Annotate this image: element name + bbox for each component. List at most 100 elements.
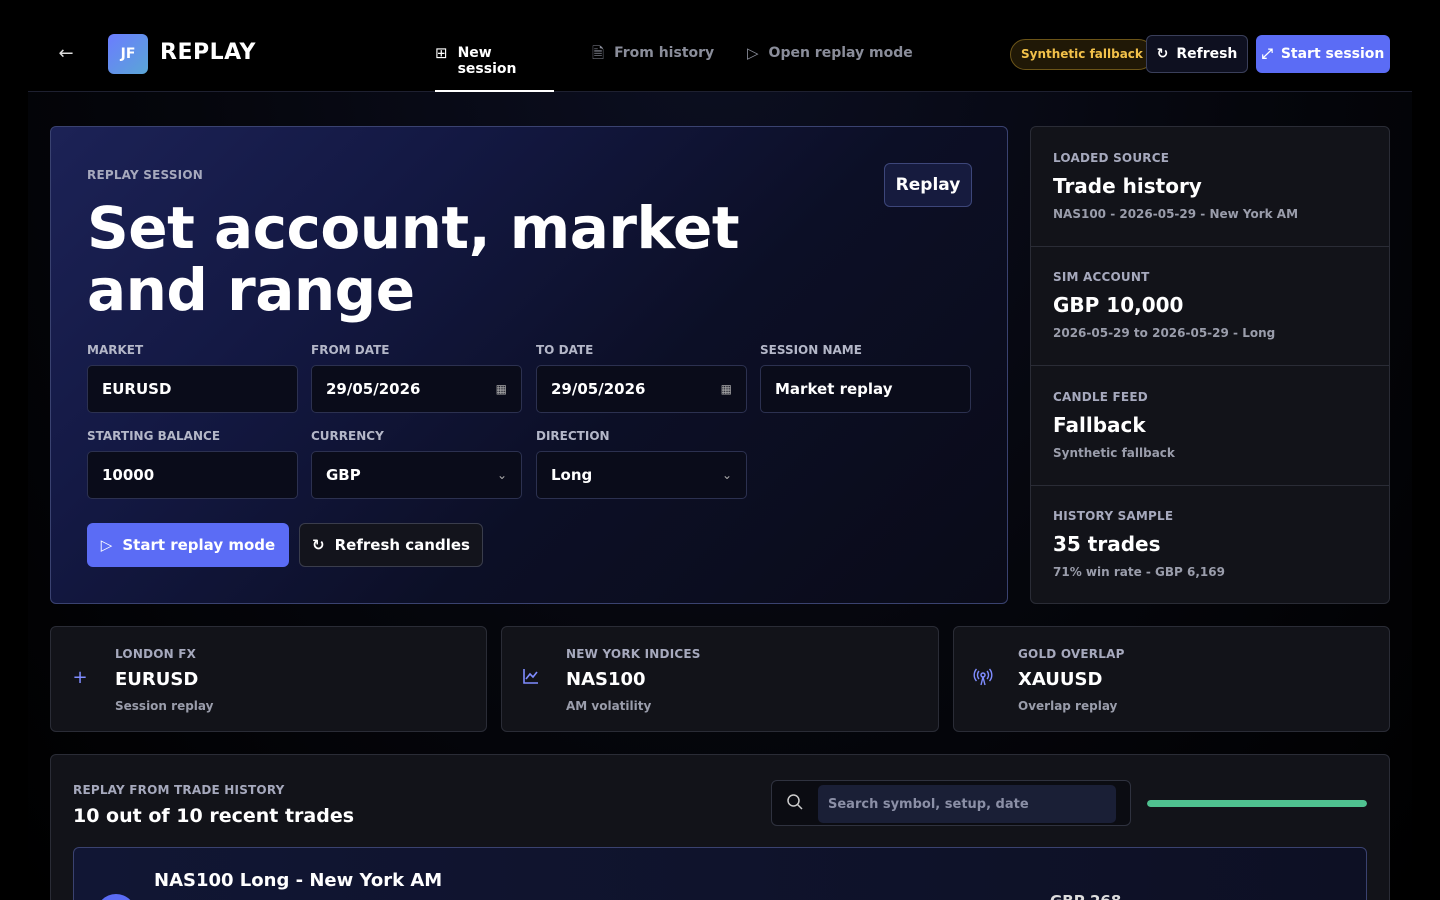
start-replay-mode-button[interactable]: ▷ Start replay mode	[87, 523, 289, 567]
preset-new-york-indices[interactable]: NEW YORK INDICES NAS100 AM volatility	[501, 626, 939, 732]
tab-label: From history	[614, 45, 715, 61]
stat-label: SIM ACCOUNT	[1053, 270, 1150, 284]
preset-label: GOLD OVERLAP	[1018, 647, 1125, 661]
history-progress-bar	[1147, 800, 1367, 807]
starting-balance-value: 10000	[102, 466, 155, 484]
currency-select[interactable]: GBP ⌄	[311, 451, 522, 499]
refresh-label: Refresh	[1176, 46, 1238, 62]
refresh-icon: ↻	[312, 536, 325, 554]
to-date-value: 29/05/2026	[551, 380, 646, 398]
trade-pnl: GBP 268	[1050, 892, 1121, 900]
app-frame: ← JF REPLAY ⊞ New session 🗎 From history…	[28, 0, 1412, 900]
status-badge: Synthetic fallback	[1010, 39, 1154, 70]
chevron-down-icon: ⌄	[496, 468, 507, 482]
play-circle-icon: ▷	[747, 44, 759, 62]
trade-history-panel: REPLAY FROM TRADE HISTORY 10 out of 10 r…	[50, 754, 1390, 900]
direction-label: DIRECTION	[536, 429, 610, 443]
preset-sub: Overlap replay	[1018, 699, 1118, 713]
preset-symbol: EURUSD	[115, 669, 199, 690]
tab-new-session[interactable]: ⊞ New session	[435, 36, 554, 92]
preset-sub: Session replay	[115, 699, 214, 713]
plus-icon: +	[72, 667, 88, 688]
from-date-input[interactable]: 29/05/2026 ▦	[311, 365, 522, 413]
stat-value: GBP 10,000	[1053, 293, 1184, 317]
search-box	[771, 780, 1131, 826]
history-title: 10 out of 10 recent trades	[73, 805, 355, 827]
trade-avatar	[96, 894, 136, 900]
page-title: Set account, market and range	[87, 194, 740, 324]
search-input[interactable]	[818, 785, 1116, 823]
stat-candle-feed: CANDLE FEED Fallback Synthetic fallback	[1031, 366, 1389, 486]
replay-session-card: REPLAY SESSION Set account, market and r…	[50, 126, 1008, 604]
stat-sub: Synthetic fallback	[1053, 446, 1175, 460]
session-name-value: Market replay	[775, 380, 893, 398]
to-date-input[interactable]: 29/05/2026 ▦	[536, 365, 747, 413]
document-icon: 🗎	[592, 44, 605, 62]
starting-balance-label: STARTING BALANCE	[87, 429, 221, 443]
session-name-label: SESSION NAME	[760, 343, 862, 357]
progress-fill	[1147, 800, 1367, 807]
stat-label: CANDLE FEED	[1053, 390, 1148, 404]
stat-sim-account: SIM ACCOUNT GBP 10,000 2026-05-29 to 202…	[1031, 246, 1389, 366]
preset-symbol: XAUUSD	[1018, 669, 1103, 690]
stat-loaded-source: LOADED SOURCE Trade history NAS100 - 202…	[1031, 127, 1389, 247]
play-circle-icon: ▷	[100, 536, 113, 554]
search-icon	[786, 793, 806, 813]
section-eyebrow: REPLAY FROM TRADE HISTORY	[73, 783, 285, 797]
start-session-button[interactable]: ⤢ Start session	[1256, 35, 1390, 73]
preset-gold-overlap[interactable]: GOLD OVERLAP XAUUSD Overlap replay	[953, 626, 1390, 732]
stat-value: Trade history	[1053, 174, 1202, 198]
stat-sub: 71% win rate - GBP 6,169	[1053, 565, 1225, 579]
user-avatar[interactable]: JF	[108, 34, 148, 74]
stat-history-sample: HISTORY SAMPLE 35 trades 71% win rate - …	[1031, 485, 1389, 605]
tab-from-history[interactable]: 🗎 From history	[592, 36, 714, 92]
session-summary-panel: LOADED SOURCE Trade history NAS100 - 202…	[1030, 126, 1390, 604]
starting-balance-input[interactable]: 10000	[87, 451, 298, 499]
tab-label: Open replay mode	[768, 45, 913, 61]
stat-sub: NAS100 - 2026-05-29 - New York AM	[1053, 207, 1299, 221]
stat-value: Fallback	[1053, 413, 1146, 437]
start-session-label: Start session	[1280, 46, 1385, 62]
stat-label: HISTORY SAMPLE	[1053, 509, 1174, 523]
market-value: EURUSD	[102, 380, 172, 398]
stat-value: 35 trades	[1053, 532, 1161, 556]
market-label: MARKET	[87, 343, 144, 357]
table-row[interactable]: NAS100 Long - New York AM GBP 268	[73, 847, 1367, 900]
direction-value: Long	[551, 466, 593, 484]
tab-open-replay-mode[interactable]: ▷ Open replay mode	[747, 36, 913, 92]
currency-label: CURRENCY	[311, 429, 384, 443]
top-bar: ← JF REPLAY ⊞ New session 🗎 From history…	[28, 0, 1412, 92]
stat-sub: 2026-05-29 to 2026-05-29 - Long	[1053, 326, 1276, 340]
brand-title: REPLAY	[160, 40, 256, 65]
start-replay-label: Start replay mode	[122, 536, 276, 554]
currency-value: GBP	[326, 466, 361, 484]
session-name-input[interactable]: Market replay	[760, 365, 971, 413]
direction-select[interactable]: Long ⌄	[536, 451, 747, 499]
calendar-icon[interactable]: ▦	[721, 382, 732, 396]
preset-label: LONDON FX	[115, 647, 197, 661]
grid-icon: ⊞	[435, 44, 448, 62]
refresh-icon: ↻	[1156, 46, 1169, 62]
from-date-value: 29/05/2026	[326, 380, 421, 398]
trade-title: NAS100 Long - New York AM	[154, 870, 443, 891]
market-input[interactable]: EURUSD	[87, 365, 298, 413]
preset-london-fx[interactable]: + LONDON FX EURUSD Session replay	[50, 626, 487, 732]
preset-label: NEW YORK INDICES	[566, 647, 701, 661]
to-date-label: TO DATE	[536, 343, 594, 357]
refresh-button[interactable]: ↻ Refresh	[1146, 35, 1248, 73]
expand-icon: ⤢	[1261, 46, 1273, 62]
broadcast-icon	[972, 667, 994, 691]
preset-symbol: NAS100	[566, 669, 646, 690]
from-date-label: FROM DATE	[311, 343, 390, 357]
stat-label: LOADED SOURCE	[1053, 151, 1170, 165]
line-chart-icon	[520, 667, 542, 691]
section-eyebrow: REPLAY SESSION	[87, 168, 203, 182]
preset-sub: AM volatility	[566, 699, 652, 713]
refresh-candles-label: Refresh candles	[334, 536, 470, 554]
refresh-candles-button[interactable]: ↻ Refresh candles	[299, 523, 483, 567]
back-arrow-icon[interactable]: ←	[54, 40, 78, 68]
calendar-icon[interactable]: ▦	[496, 382, 507, 396]
replay-button[interactable]: Replay	[884, 163, 972, 207]
chevron-down-icon: ⌄	[721, 468, 732, 482]
tab-label: New session	[457, 45, 517, 77]
